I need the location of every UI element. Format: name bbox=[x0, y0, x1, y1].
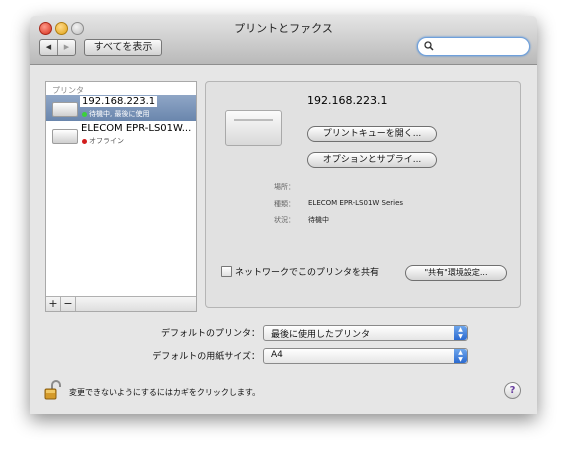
printer-list-item[interactable]: 192.168.223.1 待機中, 最後に使用 bbox=[46, 95, 196, 121]
default-printer-label: デフォルトのプリンタ： bbox=[160, 329, 260, 339]
options-and-supplies-button[interactable]: オプションとサプライ... bbox=[307, 152, 437, 168]
printer-list-toolbar: + − bbox=[46, 296, 196, 311]
print-fax-window: プリントとファクス ◀ ▶ すべてを表示 プリンタ 192.168.223.1 … bbox=[30, 16, 537, 414]
forward-button[interactable]: ▶ bbox=[58, 40, 75, 55]
printer-list-item[interactable]: ELECOM EPR-LS01W... オフライン bbox=[46, 122, 196, 148]
default-paper-size-label: デフォルトの用紙サイズ： bbox=[152, 352, 260, 362]
kind-value: ELECOM EPR-LS01W Series bbox=[308, 199, 404, 207]
kind-label: 種類： bbox=[274, 200, 295, 208]
help-button[interactable]: ? bbox=[504, 382, 521, 399]
add-printer-button[interactable]: + bbox=[46, 297, 61, 311]
printer-status: 待機中, 最後に使用 bbox=[82, 109, 149, 119]
default-paper-size-popup[interactable]: A4 ▲ ▼ bbox=[263, 348, 468, 364]
printer-icon bbox=[52, 129, 78, 144]
status-label: 状況： bbox=[274, 216, 295, 224]
remove-printer-button[interactable]: − bbox=[61, 297, 76, 311]
search-icon bbox=[424, 41, 434, 54]
printer-detail-panel: 192.168.223.1 プリントキューを開く... オプションとサプライ..… bbox=[205, 81, 521, 308]
title-bar: プリントとファクス ◀ ▶ すべてを表示 bbox=[30, 16, 537, 65]
back-forward-control: ◀ ▶ bbox=[39, 39, 76, 56]
printer-status: オフライン bbox=[82, 136, 124, 146]
popup-arrows-icon: ▲ ▼ bbox=[454, 349, 467, 363]
default-paper-size-value: A4 bbox=[271, 350, 283, 360]
lock-instruction-text: 変更できないようにするにはカギをクリックします。 bbox=[69, 388, 261, 397]
back-button[interactable]: ◀ bbox=[40, 40, 58, 55]
status-dot-icon bbox=[82, 138, 87, 144]
status-value: 待機中 bbox=[308, 216, 329, 224]
search-field[interactable] bbox=[417, 37, 530, 56]
printer-icon bbox=[225, 110, 282, 146]
printer-name: ELECOM EPR-LS01W... bbox=[81, 123, 192, 134]
printer-icon bbox=[52, 102, 78, 117]
printer-name: 192.168.223.1 bbox=[80, 96, 158, 107]
window-title: プリントとファクス bbox=[234, 22, 333, 35]
printer-list: プリンタ 192.168.223.1 待機中, 最後に使用 ELECOM EPR… bbox=[45, 81, 197, 312]
lock-icon[interactable] bbox=[44, 380, 62, 400]
default-printer-popup[interactable]: 最後に使用したプリンタ ▲ ▼ bbox=[263, 325, 468, 341]
location-label: 場所： bbox=[274, 183, 295, 191]
show-all-button[interactable]: すべてを表示 bbox=[84, 39, 162, 56]
sharing-preferences-button[interactable]: "共有"環境設定... bbox=[405, 265, 507, 281]
status-dot-icon bbox=[82, 111, 87, 117]
share-printer-label[interactable]: ネットワークでこのプリンタを共有 bbox=[235, 265, 379, 278]
selected-printer-name: 192.168.223.1 bbox=[307, 94, 388, 107]
popup-arrows-icon: ▲ ▼ bbox=[454, 326, 467, 340]
default-printer-value: 最後に使用したプリンタ bbox=[271, 330, 371, 340]
share-printer-checkbox[interactable] bbox=[221, 266, 232, 277]
open-print-queue-button[interactable]: プリントキューを開く... bbox=[307, 126, 437, 142]
